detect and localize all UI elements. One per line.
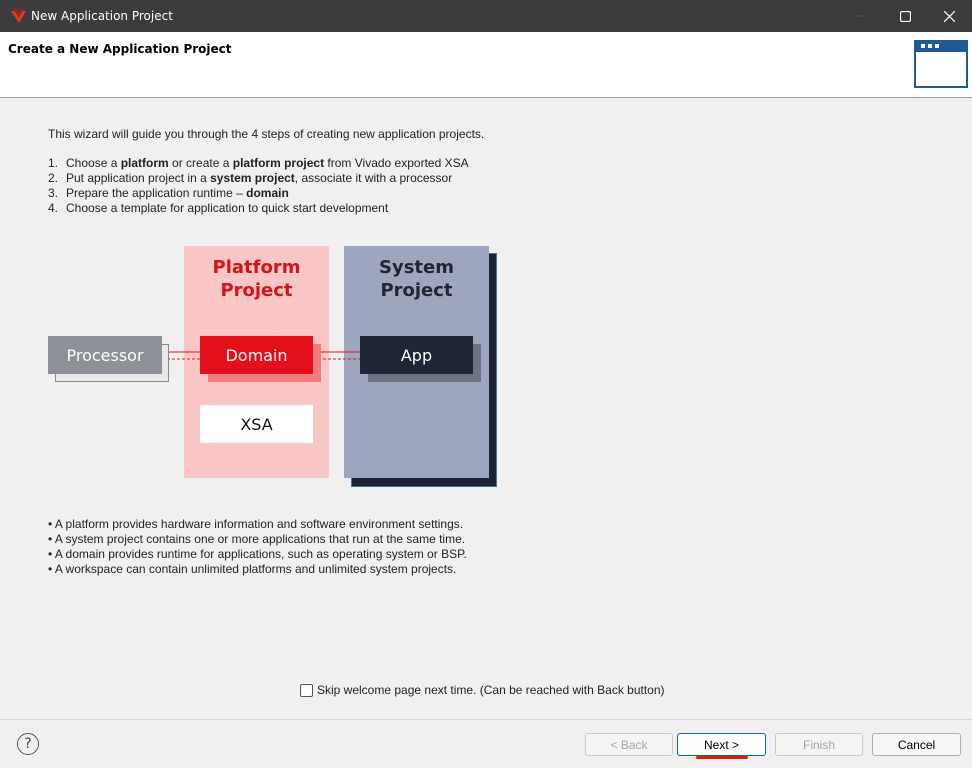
wizard-header: Create a New Application Project xyxy=(0,32,972,98)
vitis-logo-icon xyxy=(11,9,26,23)
window-title: New Application Project xyxy=(31,9,173,23)
wizard-window-icon xyxy=(914,40,968,88)
project-diagram: Platform Project System Project Processo… xyxy=(40,239,510,494)
cancel-button[interactable]: Cancel xyxy=(872,733,961,756)
minimize-button[interactable] xyxy=(836,0,882,32)
xsa-box: XSA xyxy=(200,405,313,443)
finish-button[interactable]: Finish xyxy=(775,733,863,756)
minimize-icon xyxy=(854,15,864,17)
bullet-item: • A workspace can contain unlimited plat… xyxy=(48,562,457,576)
wizard-footer: ? < Back Next > Finish Cancel xyxy=(0,719,972,768)
domain-box: Domain xyxy=(200,336,313,374)
close-icon xyxy=(943,10,955,22)
skip-welcome-checkbox[interactable] xyxy=(300,683,313,697)
next-highlight-underline xyxy=(696,756,748,759)
bullet-item: • A domain provides runtime for applicat… xyxy=(48,547,467,561)
help-icon[interactable]: ? xyxy=(17,733,39,755)
step-item: 2. Put application project in a system pr… xyxy=(48,171,453,185)
step-item: 1. Choose a platform or create a platform… xyxy=(48,156,469,170)
next-button[interactable]: Next > xyxy=(677,733,766,756)
bullet-item: • A platform provides hardware informati… xyxy=(48,517,464,531)
info-bullets: • A platform provides hardware informati… xyxy=(48,517,467,577)
processor-box: Processor xyxy=(48,336,162,374)
step-item: 3. Prepare the application runtime – doma… xyxy=(48,186,289,200)
title-bar: New Application Project xyxy=(0,0,972,32)
close-button[interactable] xyxy=(926,0,972,32)
intro-text: This wizard will guide you through the 4… xyxy=(48,127,485,141)
wizard-content: This wizard will guide you through the 4… xyxy=(0,99,972,719)
skip-welcome-option[interactable]: Skip welcome page next time. (Can be rea… xyxy=(300,683,665,697)
app-box: App xyxy=(360,336,473,374)
bullet-item: • A system project contains one or more … xyxy=(48,532,466,546)
back-button[interactable]: < Back xyxy=(585,733,673,756)
maximize-icon xyxy=(899,10,911,22)
maximize-button[interactable] xyxy=(882,0,928,32)
skip-welcome-label[interactable]: Skip welcome page next time. (Can be rea… xyxy=(317,683,665,697)
steps-list: 1. Choose a platform or create a platform… xyxy=(48,156,469,216)
page-title: Create a New Application Project xyxy=(8,42,232,56)
step-item: 4. Choose a template for application to q… xyxy=(48,201,389,215)
